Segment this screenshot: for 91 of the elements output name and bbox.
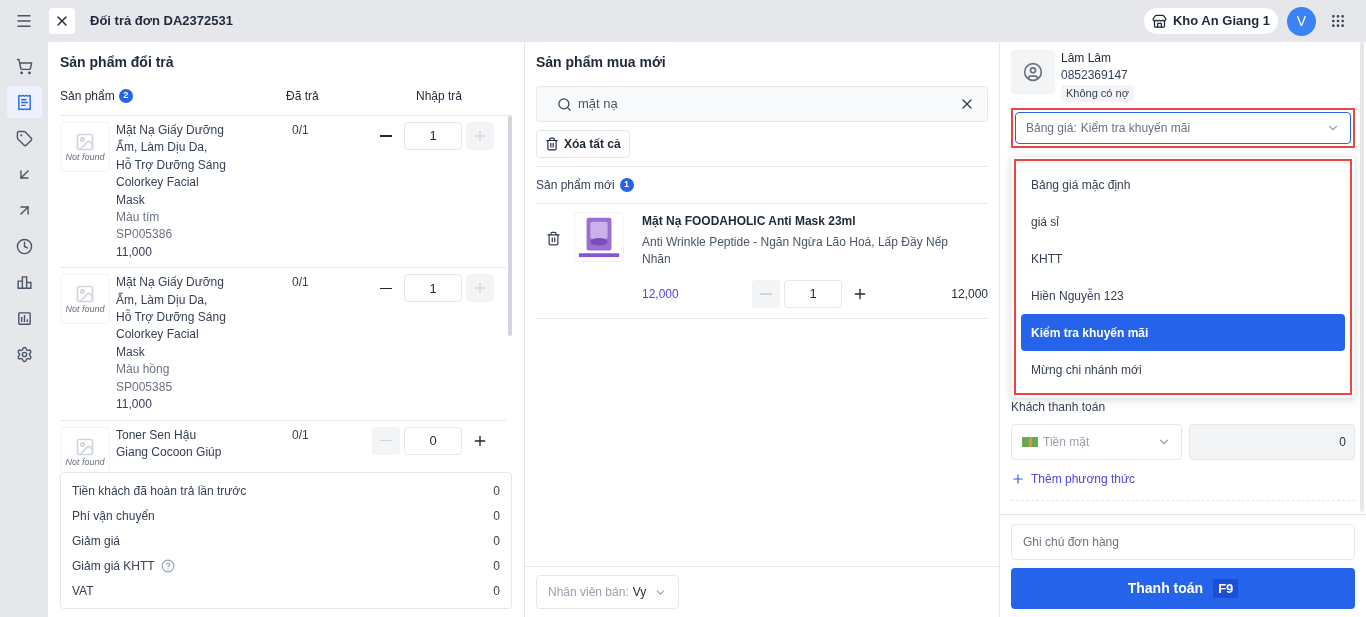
- price-list-select[interactable]: Bảng giá: Kiểm tra khuyến mãi: [1015, 112, 1351, 144]
- product-sku: SP005386: [116, 226, 174, 244]
- minus-icon: [760, 293, 772, 295]
- minus-icon: [380, 287, 392, 289]
- minus-icon: [380, 439, 392, 442]
- summary-value: 0: [493, 557, 500, 575]
- section-title: Sản phẩm mua mới: [536, 53, 667, 72]
- sidebar-item[interactable]: [6, 86, 42, 118]
- product-variant: Màu hồng: [116, 361, 171, 379]
- summary-value: 0: [493, 532, 500, 550]
- user-avatar[interactable]: V: [1287, 6, 1316, 36]
- product-name: Toner Sen Hậu Giang Cocoon Giúp: [116, 426, 223, 461]
- summary-label: Giảm giá KHTT: [72, 557, 155, 575]
- summary-value: 0: [493, 507, 500, 525]
- cash-icon: [1022, 436, 1038, 448]
- plus-icon: [852, 286, 868, 302]
- returned-count: 0/1: [292, 426, 310, 444]
- column-header: Đã trả: [286, 88, 320, 105]
- quantity-field[interactable]: 1: [404, 274, 462, 303]
- count-badge: 1: [619, 178, 634, 192]
- product-description: Anti Wrinkle Peptide - Ngăn Ngừa Lão Hoá, Lấp Đầy Nếp Nhăn: [642, 234, 949, 268]
- product-name: Mặt Nạ Giấy Dưỡng Ẩm, Làm Dịu Da, Hỗ Trợ Dưỡng Sáng Colorkey Facial Mask: [116, 274, 226, 361]
- customer-phone: 0852369147: [1061, 67, 1129, 84]
- summary-label: Tiền khách đã hoàn trả lần trước: [72, 482, 247, 500]
- close-button[interactable]: [48, 7, 76, 35]
- checkout-button[interactable]: Thanh toán F9: [1011, 568, 1355, 609]
- trash-icon: [545, 137, 559, 151]
- product-variant: Màu tím: [116, 209, 161, 227]
- search-text: mặt nạ: [578, 95, 619, 114]
- summary-label: VAT: [72, 582, 94, 600]
- product-price: 11,000: [116, 243, 153, 261]
- product-price: 11,000: [116, 396, 153, 414]
- plus-icon: [472, 128, 488, 144]
- image-caption: Not found: [65, 152, 105, 162]
- section-label: Sản phẩm mới: [536, 177, 615, 194]
- summary-label: Phí vận chuyển: [72, 507, 155, 525]
- image-caption: Not found: [65, 456, 105, 467]
- receipt-icon: [15, 93, 33, 111]
- dropdown-option[interactable]: Bảng giá mặc định: [1021, 166, 1345, 203]
- image-icon: [75, 436, 95, 457]
- delete-icon[interactable]: [546, 231, 561, 246]
- quantity-field[interactable]: 1: [784, 280, 842, 308]
- bar-chart-icon: [15, 273, 33, 291]
- returned-count: 0/1: [292, 122, 310, 139]
- payment-title: Khách thanh toán: [1011, 399, 1107, 416]
- dropdown-option[interactable]: Mừng chi nhánh mới: [1021, 351, 1345, 388]
- amount-field[interactable]: 0: [1189, 424, 1355, 460]
- order-note-field[interactable]: Ghi chú đơn hàng: [1011, 524, 1355, 560]
- product-sku: SP005385: [116, 378, 174, 396]
- dropdown-option[interactable]: Kiểm tra khuyến mãi: [1021, 314, 1345, 351]
- product-name: Mặt Nạ FOODAHOLIC Anti Mask 23ml: [642, 213, 857, 230]
- count-badge: 2: [118, 89, 133, 103]
- minus-icon: [380, 135, 392, 137]
- dropdown-option[interactable]: giá sỉ: [1021, 203, 1345, 240]
- clock-icon: [15, 237, 33, 255]
- unit-price: 12,000: [642, 286, 680, 303]
- cart-icon: [15, 57, 33, 75]
- section-title: Sản phẩm đổi trả: [60, 53, 175, 72]
- image-icon: [75, 132, 95, 152]
- settings-icon: [15, 345, 33, 363]
- page-title: Đối trả đơn DA2372531: [90, 12, 233, 31]
- quantity-field[interactable]: 0: [404, 426, 462, 455]
- help-icon[interactable]: [160, 558, 175, 573]
- dropdown-option[interactable]: KHTT: [1021, 240, 1345, 277]
- column-header: Nhập trả: [416, 88, 463, 105]
- line-total: 12,000: [951, 286, 988, 303]
- search-field[interactable]: mặt nạ: [536, 86, 988, 122]
- product-name: Mặt Nạ Giấy Dưỡng Ẩm, Làm Dịu Da, Hỗ Trợ Dưỡng Sáng Colorkey Facial Mask: [116, 122, 226, 209]
- report-icon: [15, 309, 33, 327]
- dropdown-option[interactable]: Hiền Nguyễn 123: [1021, 277, 1345, 314]
- summary-value: 0: [493, 582, 500, 600]
- summary-value: 0: [493, 482, 500, 500]
- debt-tag: Không có nợ: [1061, 85, 1134, 102]
- tag-icon: [15, 129, 33, 147]
- menu-icon[interactable]: [15, 12, 33, 30]
- plus-icon: [1011, 472, 1025, 486]
- column-header: Sản phẩm: [60, 88, 115, 105]
- image-icon: [75, 284, 95, 305]
- add-method-link[interactable]: Thêm phương thức: [1011, 470, 1135, 488]
- store-button[interactable]: Kho An Giang 1: [1142, 7, 1279, 35]
- clear-all-button[interactable]: Xóa tất cả: [536, 130, 630, 158]
- seller-select[interactable]: Nhân viên bán: Vy: [536, 575, 680, 609]
- quantity-field[interactable]: 1: [404, 122, 462, 150]
- user-icon: [1023, 62, 1043, 82]
- image-caption: Not found: [65, 304, 105, 315]
- customer-name[interactable]: Lâm Lâm: [1061, 50, 1134, 67]
- summary-label: Giảm giá: [72, 532, 121, 550]
- apps-icon[interactable]: [1330, 13, 1346, 29]
- returned-count: 0/1: [292, 274, 310, 292]
- search-icon: [557, 96, 572, 112]
- store-icon: [1151, 13, 1167, 29]
